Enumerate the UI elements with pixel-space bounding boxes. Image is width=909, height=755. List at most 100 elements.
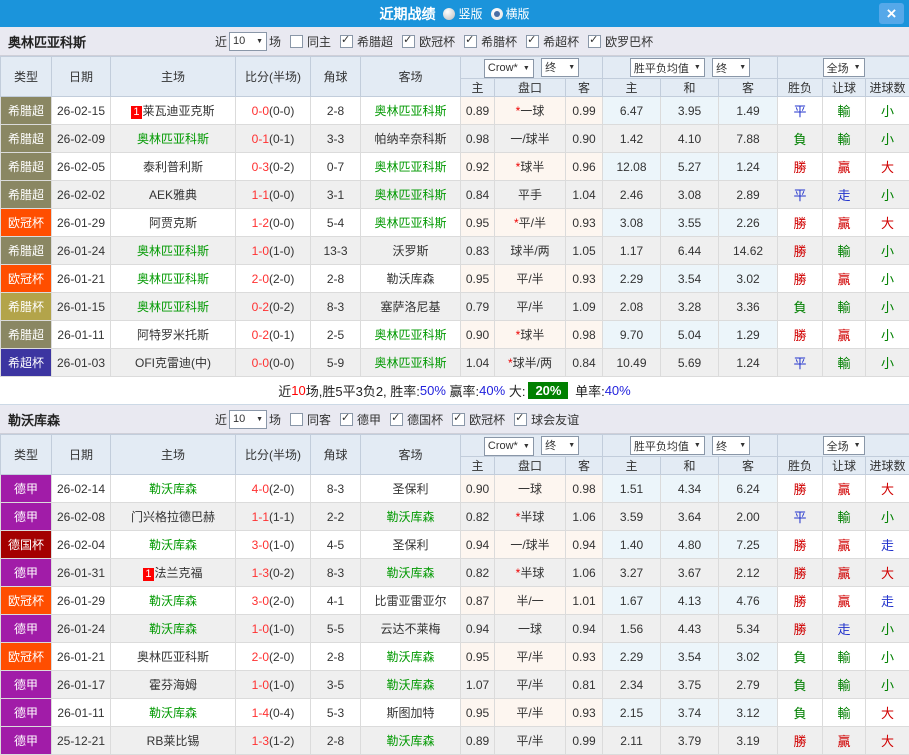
avg-final-select[interactable]: 终▼: [712, 58, 750, 77]
fulltime-score: 1-1: [252, 188, 269, 202]
match-date: 26-01-24: [52, 237, 111, 265]
league-badge: 欧冠杯: [1, 643, 51, 670]
summary-part: 场,胜5平3负2,: [306, 381, 391, 400]
handicap: *球半: [495, 153, 566, 181]
match-count-select[interactable]: 10▼: [229, 410, 267, 429]
league-filter-label[interactable]: 欧冠杯: [419, 33, 455, 50]
halftime-score: (2-0): [269, 594, 294, 608]
match-score: 1-2(0-0): [236, 209, 311, 237]
league-badge: 德甲: [1, 475, 51, 502]
league-filter-label[interactable]: 球会友谊: [531, 411, 579, 428]
league-checkbox[interactable]: ✓: [588, 35, 601, 48]
summary-part: 大:: [505, 381, 525, 400]
avg-final-select[interactable]: 终▼: [712, 436, 750, 455]
odds-home: 0.82: [461, 503, 495, 531]
league-checkbox[interactable]: ✓: [340, 35, 353, 48]
result-handicap: 贏: [823, 265, 866, 293]
league-cell: 希腊超: [1, 153, 52, 181]
league-checkbox[interactable]: ✓: [514, 413, 527, 426]
handicap: 一/球半: [495, 531, 566, 559]
avg-draw-odds: 4.34: [661, 475, 719, 503]
avg-odds-select[interactable]: 胜平负均值▼: [630, 436, 705, 455]
away-team: 奥林匹亚科斯: [361, 181, 461, 209]
match-count-select[interactable]: 10▼: [229, 32, 267, 51]
avg-odds-value: 胜平负均值: [634, 438, 689, 454]
layout-radio-horizontal[interactable]: 横版: [491, 5, 530, 22]
fullgame-group-header: 全场▼: [778, 435, 909, 457]
league-checkbox[interactable]: ✓: [402, 35, 415, 48]
league-filter-label[interactable]: 希腊杯: [481, 33, 517, 50]
odds-company-select[interactable]: Crow*▼: [484, 59, 534, 78]
same-venue-checkbox[interactable]: [290, 413, 303, 426]
league-checkbox[interactable]: ✓: [464, 35, 477, 48]
league-filter-label[interactable]: 欧罗巴杯: [605, 33, 653, 50]
layout-vertical-label[interactable]: 竖版: [458, 5, 482, 22]
league-filter-label[interactable]: 希腊超: [357, 33, 393, 50]
league-checkbox[interactable]: ✓: [526, 35, 539, 48]
league-cell: 德甲: [1, 559, 52, 587]
radio-unselected-icon[interactable]: [443, 8, 455, 20]
match-row: 德甲26-02-08门兴格拉德巴赫1-1(1-1)2-2勒沃库森0.82*半球1…: [1, 503, 909, 531]
handicap: *球半: [495, 321, 566, 349]
avg-final-value: 终: [716, 438, 727, 454]
radio-selected-icon[interactable]: [491, 8, 503, 20]
odds-company-select[interactable]: Crow*▼: [484, 437, 534, 456]
same-venue-label[interactable]: 同主: [307, 33, 331, 50]
fullgame-select[interactable]: 全场▼: [823, 436, 865, 455]
league-badge: 希腊超: [1, 181, 51, 208]
league-checkbox[interactable]: ✓: [340, 413, 353, 426]
summary-part: 20%: [528, 382, 568, 399]
result-outcome: 負: [778, 293, 823, 321]
league-filter-label[interactable]: 德国杯: [407, 411, 443, 428]
avg-away-odds: 2.79: [719, 671, 778, 699]
odds-away: 1.09: [566, 293, 603, 321]
match-row: 希腊超26-02-151莱瓦迪亚克斯0-0(0-0)2-8奥林匹亚科斯0.89*…: [1, 97, 909, 125]
result-handicap: 贏: [823, 475, 866, 503]
odds-final-select[interactable]: 终▼: [541, 436, 579, 455]
odds-away: 1.06: [566, 559, 603, 587]
close-button[interactable]: ×: [879, 3, 904, 24]
result-handicap: 走: [823, 181, 866, 209]
same-venue-label[interactable]: 同客: [307, 411, 331, 428]
odds-final-select[interactable]: 终▼: [541, 58, 579, 77]
odds-final-value: 终: [545, 437, 556, 453]
fullgame-select[interactable]: 全场▼: [823, 58, 865, 77]
col-header-away: 客场: [361, 435, 461, 475]
checkmark-icon: ✓: [341, 411, 350, 424]
halftime-score: (1-1): [269, 510, 294, 524]
layout-horizontal-label[interactable]: 横版: [506, 5, 530, 22]
corners: 5-3: [311, 699, 361, 727]
match-date: 26-02-05: [52, 153, 111, 181]
same-venue-checkbox[interactable]: [290, 35, 303, 48]
subcol-avg-draw: 和: [661, 457, 719, 475]
result-outcome: 勝: [778, 321, 823, 349]
league-cell: 德甲: [1, 615, 52, 643]
result-goals: 小: [866, 671, 909, 699]
result-goals: 小: [866, 503, 909, 531]
handicap: 平/半: [495, 699, 566, 727]
avg-draw-odds: 4.13: [661, 587, 719, 615]
away-team-name: 塞萨洛尼基: [380, 300, 440, 314]
league-filter-label[interactable]: 德甲: [357, 411, 381, 428]
match-count-value: 10: [233, 413, 245, 425]
halftime-score: (0-2): [269, 160, 294, 174]
avg-home-odds: 2.08: [603, 293, 661, 321]
home-team: OFI克雷迪(中): [111, 349, 236, 377]
odds-company-value: Crow*: [488, 440, 518, 452]
away-team-name: 奥林匹亚科斯: [374, 160, 446, 174]
layout-radio-vertical[interactable]: 竖版: [443, 5, 482, 22]
league-checkbox[interactable]: ✓: [452, 413, 465, 426]
fulltime-score: 1-0: [252, 244, 269, 258]
league-checkbox[interactable]: ✓: [390, 413, 403, 426]
league-filter-label[interactable]: 欧冠杯: [469, 411, 505, 428]
avg-odds-select[interactable]: 胜平负均值▼: [630, 58, 705, 77]
home-team: 奥林匹亚科斯: [111, 643, 236, 671]
subcol-avg-draw: 和: [661, 79, 719, 97]
handicap: 球半/两: [495, 237, 566, 265]
fulltime-score: 0-3: [252, 160, 269, 174]
avg-away-odds: 1.29: [719, 321, 778, 349]
odds-home: 0.94: [461, 531, 495, 559]
league-filter-label[interactable]: 希超杯: [543, 33, 579, 50]
avg-draw-odds: 3.55: [661, 209, 719, 237]
avg-odds-value: 胜平负均值: [634, 60, 689, 76]
